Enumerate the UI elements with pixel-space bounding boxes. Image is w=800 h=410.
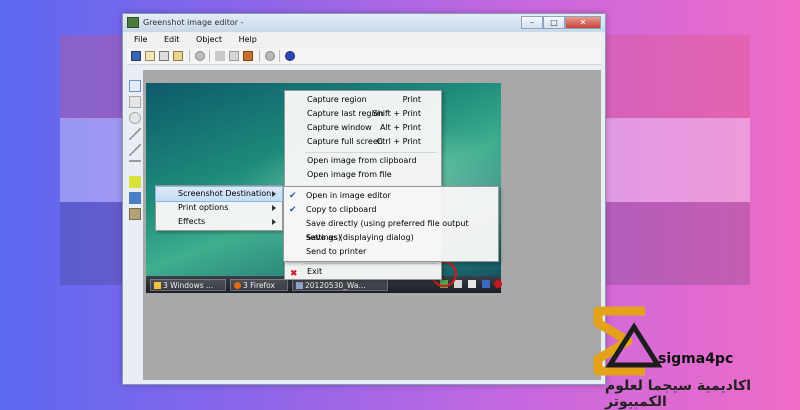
greenshot-app-icon: [127, 17, 139, 28]
brand-name: sigma4pc: [658, 351, 734, 367]
menu-bar: File Edit Object Help: [127, 33, 601, 47]
menu-help[interactable]: Help: [232, 33, 264, 44]
close-button[interactable]: ✕: [565, 16, 601, 29]
submenu-arrow-icon: [272, 205, 276, 211]
destination-copy-clipboard[interactable]: ✔ Copy to clipboard: [284, 203, 498, 217]
clipboard-icon[interactable]: [145, 51, 155, 61]
text-tool-icon[interactable]: [129, 160, 141, 172]
pointer-tool-icon[interactable]: [129, 80, 141, 92]
taskbar-item-windows: 3 Windows ...: [150, 279, 226, 291]
toolbar-separator: [279, 50, 280, 62]
menu-item-effects[interactable]: Effects: [156, 215, 282, 229]
sigma-s-logo-icon: [593, 306, 663, 376]
window-title: Greenshot image editor -: [143, 18, 244, 27]
print-icon[interactable]: [159, 51, 169, 61]
menu-item-open-file[interactable]: Open image from file: [285, 168, 441, 182]
settings-submenu: Screenshot Destination Print options Eff…: [155, 185, 283, 231]
title-bar[interactable]: Greenshot image editor - – □ ✕: [123, 14, 605, 32]
menu-item-open-clipboard[interactable]: Open image from clipboard: [285, 154, 441, 168]
checkmark-icon: ✔: [289, 205, 297, 215]
menu-separator: [305, 263, 437, 264]
menu-item-exit[interactable]: ✖ Exit: [285, 265, 441, 279]
toolbar-separator: [189, 50, 190, 62]
menu-item-capture-region[interactable]: Capture region Print: [285, 93, 441, 107]
menu-item-capture-window[interactable]: Capture window Alt + Print: [285, 121, 441, 135]
rectangle-tool-icon[interactable]: [129, 96, 141, 108]
security-icon: [494, 280, 502, 288]
line-tool-icon[interactable]: [129, 128, 141, 140]
highlight-tool-icon[interactable]: [129, 176, 141, 188]
menu-object[interactable]: Object: [189, 33, 229, 44]
network-icon: [468, 280, 476, 288]
drawing-tools-panel: [127, 80, 143, 240]
menu-item-screenshot-destination[interactable]: Screenshot Destination: [155, 186, 283, 202]
image-file-icon: [296, 282, 303, 289]
destination-submenu: ✔ Open in image editor ✔ Copy to clipboa…: [283, 186, 499, 262]
menu-file[interactable]: File: [127, 33, 154, 44]
destination-send-printer[interactable]: Send to printer: [284, 245, 498, 259]
arrow-tool-icon[interactable]: [129, 144, 141, 156]
submenu-arrow-icon: [272, 219, 276, 225]
destination-open-editor[interactable]: ✔ Open in image editor: [284, 189, 498, 203]
minimize-button[interactable]: –: [521, 16, 543, 29]
menu-separator: [305, 152, 437, 153]
destination-save-directly[interactable]: Save directly (using preferred file outp…: [284, 217, 498, 242]
delete-icon[interactable]: [195, 51, 205, 61]
menu-item-print-options[interactable]: Print options: [156, 201, 282, 215]
window-controls: – □ ✕: [521, 16, 601, 29]
brand-arabic-text: اكاديمية سيجما لعلوم الكمبيوتر: [605, 378, 752, 410]
settings-icon[interactable]: [265, 51, 275, 61]
toolbar-separator: [259, 50, 260, 62]
toolbar-separator: [209, 50, 210, 62]
cut-icon[interactable]: [215, 51, 225, 61]
menu-item-capture-last-region[interactable]: Capture last region Shift + Print: [285, 107, 441, 121]
menu-item-capture-full-screen[interactable]: Capture full screen Ctrl + Print: [285, 135, 441, 149]
ellipse-tool-icon[interactable]: [129, 112, 141, 124]
paste-icon[interactable]: [243, 51, 253, 61]
save-icon[interactable]: [131, 51, 141, 61]
exit-icon: ✖: [290, 269, 298, 279]
checkmark-icon: ✔: [289, 191, 297, 201]
firefox-icon: [234, 282, 241, 289]
taskbar-item-firefox: 3 Firefox: [230, 279, 288, 291]
crop-tool-icon[interactable]: [129, 208, 141, 220]
volume-icon: [482, 280, 490, 288]
toolbar: [127, 48, 601, 65]
help-icon[interactable]: [285, 51, 295, 61]
maximize-button[interactable]: □: [543, 16, 565, 29]
email-icon[interactable]: [173, 51, 183, 61]
folder-icon: [154, 282, 161, 289]
menu-edit[interactable]: Edit: [157, 33, 187, 44]
destination-save-as[interactable]: Save as (displaying dialog): [284, 231, 498, 245]
tray-icon: [454, 280, 462, 288]
submenu-arrow-icon: [272, 191, 276, 197]
obfuscate-tool-icon[interactable]: [129, 192, 141, 204]
copy-icon[interactable]: [229, 51, 239, 61]
taskbar-item-file: 20120530_Wa...: [292, 279, 388, 291]
